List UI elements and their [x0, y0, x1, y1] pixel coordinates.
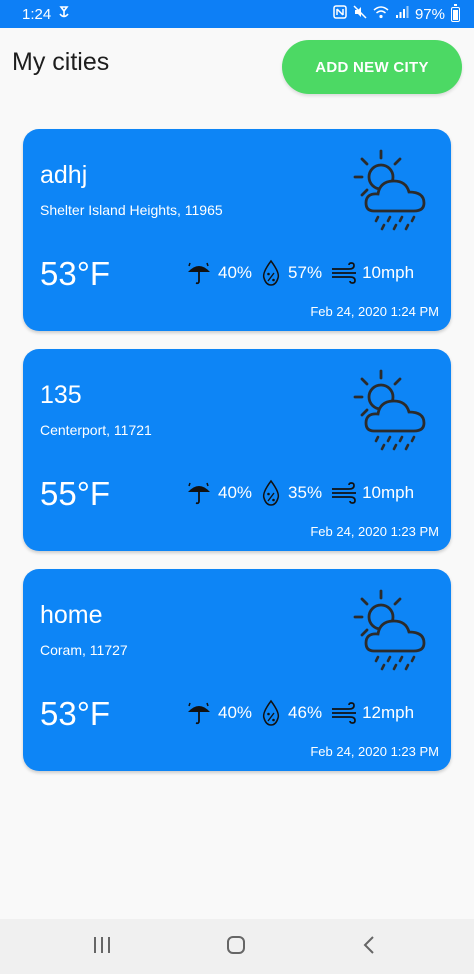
- partly-cloudy-rain-icon: [353, 369, 426, 451]
- recent-apps-icon[interactable]: [92, 935, 112, 960]
- wind-stat: 10mph: [330, 482, 414, 504]
- precipitation-stat: 40%: [186, 260, 252, 286]
- humidity-drop-icon: [262, 699, 280, 726]
- precipitation-value: 40%: [218, 263, 253, 282]
- app-notification-icon: [57, 5, 71, 23]
- city-name: adhj: [40, 161, 88, 189]
- city-temperature: 53°F: [40, 695, 111, 732]
- battery-percent: 97%: [414, 5, 445, 23]
- humidity-value: 35%: [288, 483, 323, 502]
- home-icon[interactable]: [226, 935, 246, 960]
- updated-time: Feb 24, 2020 1:24 PM: [310, 304, 439, 319]
- umbrella-icon: [188, 262, 210, 285]
- nfc-icon: [333, 5, 347, 23]
- wind-value: 10mph: [362, 263, 415, 282]
- city-location: Shelter Island Heights, 11965: [40, 202, 223, 218]
- humidity-drop-icon: [262, 259, 280, 286]
- wind-icon: [332, 482, 357, 504]
- city-name: home: [40, 601, 103, 629]
- precipitation-stat: 40%: [186, 480, 252, 506]
- city-card[interactable]: adhj Shelter Island Heights, 11965 53°F …: [23, 129, 451, 331]
- umbrella-icon: [188, 702, 210, 725]
- precipitation-stat: 40%: [186, 700, 252, 726]
- precipitation-value: 40%: [218, 483, 253, 502]
- city-temperature: 53°F: [40, 255, 111, 292]
- city-card[interactable]: home Coram, 11727 53°F 40% 46% 12mph Feb…: [23, 569, 451, 771]
- page-title: My cities: [12, 48, 110, 76]
- city-card[interactable]: 135 Centerport, 11721 55°F 40% 35% 10mph…: [23, 349, 451, 551]
- wind-stat: 10mph: [330, 262, 414, 284]
- city-temperature: 55°F: [40, 475, 111, 512]
- weather-stats: 40% 35% 10mph: [186, 479, 414, 507]
- weather-stats: 40% 57% 10mph: [186, 259, 414, 287]
- partly-cloudy-rain-icon: [353, 589, 426, 671]
- wind-value: 12mph: [362, 703, 415, 722]
- humidity-drop-icon: [262, 479, 280, 506]
- humidity-value: 46%: [288, 703, 323, 722]
- updated-time: Feb 24, 2020 1:23 PM: [310, 744, 439, 759]
- wind-icon: [332, 262, 357, 284]
- weather-stats: 40% 46% 12mph: [186, 699, 414, 727]
- signal-icon: [395, 5, 409, 23]
- humidity-value: 57%: [288, 263, 323, 282]
- wind-icon: [332, 702, 357, 724]
- precipitation-value: 40%: [218, 703, 253, 722]
- add-new-city-button[interactable]: ADD NEW CITY: [282, 40, 462, 94]
- wifi-icon: [373, 5, 389, 23]
- humidity-stat: 57%: [260, 259, 322, 287]
- city-location: Centerport, 11721: [40, 422, 152, 438]
- battery-icon: [451, 3, 460, 22]
- back-icon[interactable]: [360, 935, 380, 960]
- status-time: 1:24: [22, 5, 52, 23]
- partly-cloudy-rain-icon: [353, 149, 426, 231]
- system-nav-bar: [0, 919, 474, 974]
- mute-icon: [353, 5, 367, 23]
- wind-stat: 12mph: [330, 702, 414, 724]
- humidity-stat: 35%: [260, 479, 322, 507]
- city-name: 135: [40, 381, 82, 409]
- umbrella-icon: [188, 482, 210, 505]
- updated-time: Feb 24, 2020 1:23 PM: [310, 524, 439, 539]
- humidity-stat: 46%: [260, 699, 322, 727]
- header: My cities ADD NEW CITY: [0, 28, 474, 108]
- status-bar: 1:24 97%: [0, 0, 474, 28]
- wind-value: 10mph: [362, 483, 415, 502]
- city-location: Coram, 11727: [40, 642, 128, 658]
